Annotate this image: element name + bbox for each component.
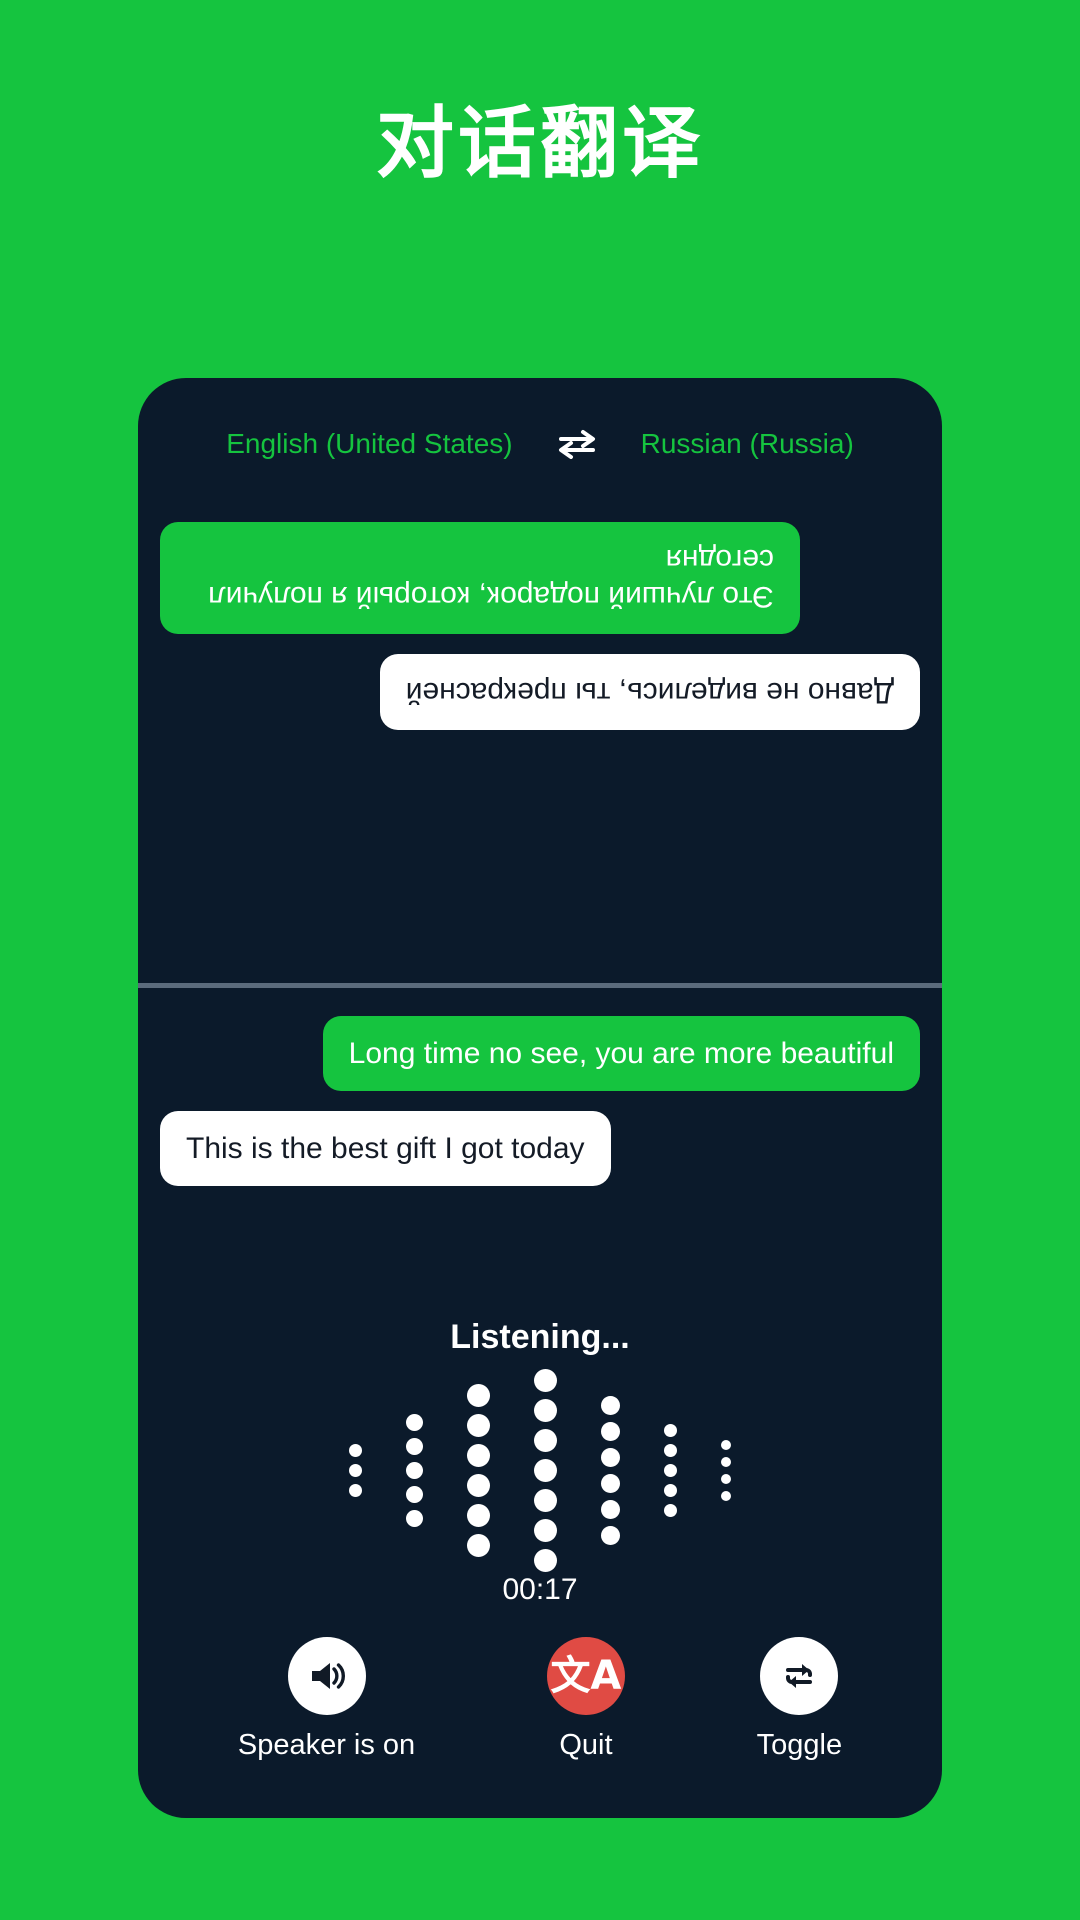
waveform-column <box>664 1424 677 1517</box>
waveform-dot <box>406 1510 423 1527</box>
waveform-dot <box>664 1504 677 1517</box>
speaker-on-icon[interactable] <box>287 1637 366 1715</box>
quit-button[interactable]: 文A Quit <box>546 1637 625 1762</box>
waveform-dot <box>349 1444 362 1457</box>
message-bubble[interactable]: Long time no see, you are more beautiful <box>322 1016 920 1092</box>
screen-root: 对话翻译 English (United States) Russian (Ru… <box>0 0 1080 1920</box>
waveform-dot <box>349 1464 362 1477</box>
target-language-selector[interactable]: Russian (Russia) <box>641 428 854 460</box>
waveform-dot <box>601 1474 620 1493</box>
waveform-column <box>467 1384 490 1557</box>
page-title: 对话翻译 <box>375 99 704 187</box>
translate-glyph: 文A <box>550 1653 622 1699</box>
toggle-button[interactable]: Toggle <box>757 1637 842 1762</box>
waveform-dot <box>601 1422 620 1441</box>
message-row: Это лучший подарок, который я получил се… <box>160 522 920 635</box>
speaker-button-label: Speaker is on <box>237 1729 416 1761</box>
waveform-dot <box>721 1440 731 1450</box>
waveform-dot <box>467 1534 490 1557</box>
waveform-dot <box>349 1484 362 1497</box>
message-row: Давно не виделись, ты прекрасней <box>160 654 920 730</box>
waveform-dot <box>534 1489 557 1512</box>
phone-card: English (United States) Russian (Russia)… <box>138 378 942 1818</box>
swap-loop-icon[interactable] <box>760 1637 839 1715</box>
waveform-dot <box>664 1484 677 1497</box>
message-bubble[interactable]: Давно не виделись, ты прекрасней <box>379 654 920 730</box>
message-row: This is the best gift I got today <box>160 1111 920 1187</box>
waveform-dot <box>534 1399 557 1422</box>
waveform-dot <box>601 1448 620 1467</box>
source-language-selector[interactable]: English (United States) <box>226 428 512 460</box>
waveform-dot <box>664 1424 677 1437</box>
waveform-dot <box>406 1486 423 1503</box>
waveform-dot <box>467 1444 490 1467</box>
waveform-dot <box>534 1429 557 1452</box>
waveform-column <box>601 1396 620 1545</box>
message-bubble[interactable]: This is the best gift I got today <box>160 1111 611 1187</box>
waveform-column <box>534 1369 557 1572</box>
waveform-dot <box>601 1396 620 1415</box>
waveform-dot <box>467 1474 490 1497</box>
waveform-dot <box>406 1462 423 1479</box>
control-bar: Speaker is on 文A Quit Toggle <box>138 1637 942 1762</box>
message-row: Long time no see, you are more beautiful <box>160 1016 920 1092</box>
waveform-dot <box>721 1457 731 1467</box>
swap-horizontal-icon[interactable] <box>555 429 599 459</box>
waveform-dot <box>534 1549 557 1572</box>
listening-status: Listening... <box>450 1318 630 1356</box>
waveform-column <box>406 1414 423 1527</box>
waveform-dot <box>721 1474 731 1484</box>
language-bar: English (United States) Russian (Russia) <box>138 428 942 460</box>
waveform-dot <box>601 1500 620 1519</box>
speaker-button[interactable]: Speaker is on <box>238 1637 415 1762</box>
waveform-dot <box>601 1526 620 1545</box>
conversation-pane-bottom: Long time no see, you are more beautiful… <box>138 988 942 1206</box>
conversation-pane-top: Давно не виделись, ты прекрасней Это луч… <box>138 488 942 983</box>
toggle-button-label: Toggle <box>756 1729 843 1761</box>
waveform-dot <box>534 1519 557 1542</box>
translate-icon[interactable]: 文A <box>546 1637 625 1715</box>
waveform-dot <box>664 1464 677 1477</box>
waveform-dot <box>664 1444 677 1457</box>
waveform-column <box>721 1440 731 1501</box>
waveform-dot <box>721 1491 731 1501</box>
quit-button-label: Quit <box>559 1729 613 1761</box>
waveform-dot <box>467 1384 490 1407</box>
recording-timer: 00:17 <box>502 1573 578 1606</box>
waveform-dot <box>534 1369 557 1392</box>
waveform-dot <box>467 1414 490 1437</box>
waveform-dot <box>406 1438 423 1455</box>
waveform-dot <box>467 1504 490 1527</box>
waveform-column <box>349 1444 362 1497</box>
waveform-dot <box>534 1459 557 1482</box>
audio-waveform <box>138 1369 942 1572</box>
waveform-dot <box>406 1414 423 1431</box>
message-bubble[interactable]: Это лучший подарок, который я получил се… <box>160 522 800 635</box>
